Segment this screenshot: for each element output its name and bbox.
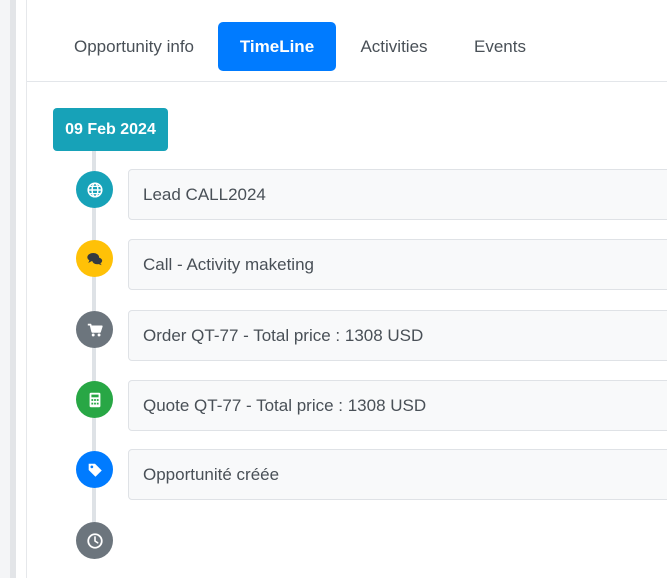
tab-bar: Opportunity info TimeLine Activities Eve… — [27, 0, 667, 82]
tab-activities[interactable]: Activities — [348, 22, 440, 71]
left-edge — [0, 0, 10, 578]
timeline-date-badge: 09 Feb 2024 — [53, 108, 168, 151]
timeline-item: Quote QT-77 - Total price : 1308 USD — [128, 380, 667, 431]
card-border — [26, 0, 27, 578]
comments-icon — [76, 240, 113, 277]
calculator-icon — [76, 381, 113, 418]
tab-opportunity-info[interactable]: Opportunity info — [57, 22, 211, 71]
shopping-cart-icon — [76, 311, 113, 348]
globe-icon — [76, 171, 113, 208]
tab-events[interactable]: Events — [464, 22, 536, 71]
tab-timeline[interactable]: TimeLine — [218, 22, 336, 71]
timeline-item: Lead CALL2024 — [128, 169, 667, 220]
timeline-item: Order QT-77 - Total price : 1308 USD — [128, 310, 667, 361]
timeline-item: Opportunité créée — [128, 449, 667, 500]
tag-icon — [76, 451, 113, 488]
page: Opportunity info TimeLine Activities Eve… — [0, 0, 667, 578]
timeline-item: Call - Activity maketing — [128, 239, 667, 290]
left-edge-shadow — [10, 0, 16, 578]
clock-icon — [76, 522, 113, 559]
